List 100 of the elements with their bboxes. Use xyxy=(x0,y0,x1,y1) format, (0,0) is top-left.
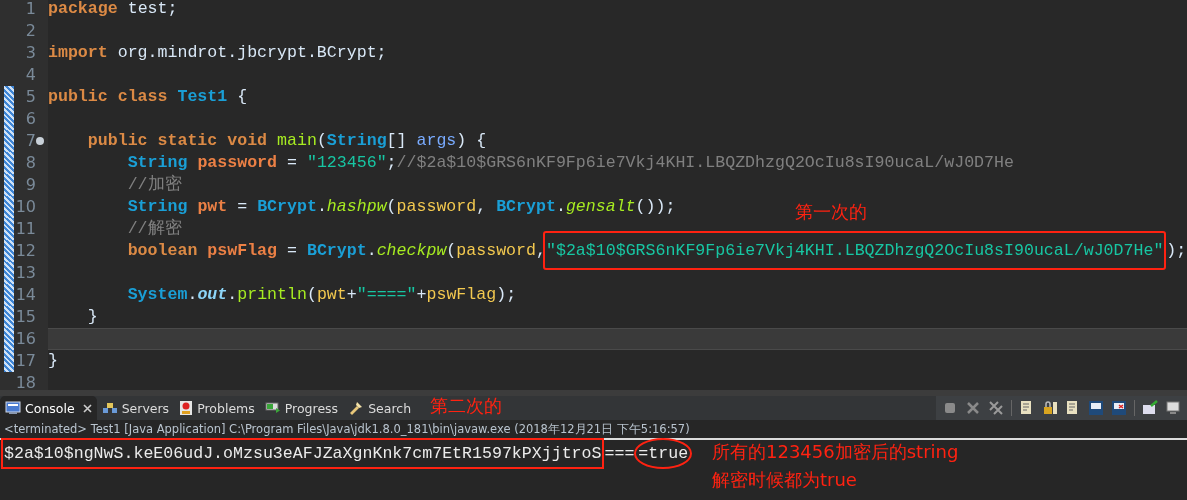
variable-name: password xyxy=(456,241,536,260)
console-output: =true xyxy=(634,438,693,469)
code-text: ; xyxy=(386,153,397,172)
line-number: 16 xyxy=(14,328,36,350)
code-text: ); xyxy=(496,285,517,304)
code-text: + xyxy=(416,285,427,304)
toolbar-icon[interactable] xyxy=(1088,400,1104,416)
variable-name: password xyxy=(197,153,278,172)
method-name: main xyxy=(277,131,317,150)
class-name: System xyxy=(127,285,188,304)
line-number: 12 xyxy=(14,240,36,262)
line-number: 4 xyxy=(24,64,36,86)
line-number: 17 xyxy=(14,350,36,372)
line-number: 14 xyxy=(14,284,36,306)
code-text: . xyxy=(316,197,327,216)
console-output: $2a$10$ngNwS.keE06udJ.oMzsu3eAFJZaXgnKnk7cm7EtR1597kPXjjtroS xyxy=(1,438,605,469)
class-name: String xyxy=(326,131,387,150)
toolbar-icon[interactable] xyxy=(1111,400,1127,416)
line-number: 2 xyxy=(24,20,36,42)
line-number: 6 xyxy=(24,108,36,130)
code-text: = xyxy=(286,153,298,172)
line-number: 7 xyxy=(24,130,36,152)
toolbar-icon[interactable] xyxy=(988,400,1004,416)
flashlight-icon xyxy=(348,400,365,416)
code-text: org.mindrot.jbcrypt.BCrypt; xyxy=(116,43,387,62)
line-number: 8 xyxy=(24,152,36,174)
code-text: } xyxy=(48,351,58,370)
code-text: ); xyxy=(1166,241,1187,260)
class-name: Test1 xyxy=(177,87,228,106)
keyword: public class xyxy=(48,87,169,106)
code-text: , xyxy=(476,197,488,216)
code-text: = xyxy=(286,241,298,260)
method-name: hashpw xyxy=(326,197,387,216)
code-text: } xyxy=(87,307,98,326)
code-text: ( xyxy=(386,197,397,216)
panel-tab[interactable]: Search xyxy=(343,396,417,420)
code-comment: //解密 xyxy=(127,219,182,238)
code-text: ) { xyxy=(456,131,487,150)
field-name: out xyxy=(197,285,228,304)
panel-tab[interactable]: Console xyxy=(0,396,97,420)
string-literal: "123456" xyxy=(306,153,387,172)
code-comment: //加密 xyxy=(127,175,182,194)
method-name: checkpw xyxy=(376,241,447,260)
line-number: 15 xyxy=(14,306,36,328)
annotation-text: 所有的123456加密后的string xyxy=(712,440,959,464)
toolbar-icon[interactable] xyxy=(1142,400,1158,416)
class-name: String xyxy=(127,153,189,172)
line-number: 13 xyxy=(14,262,36,284)
code-comment: //$2a$10$GRS6nKF9Fp6ie7Vkj4KHI.LBQZDhzgQ2OcIu8sI90ucaL/wJ0D7He xyxy=(396,153,1014,172)
panel-tab[interactable]: Progress xyxy=(259,396,344,420)
code-text: = xyxy=(236,197,249,216)
line-number: 3 xyxy=(24,42,36,64)
keyword: public static void xyxy=(87,131,269,150)
problems-icon xyxy=(179,400,194,416)
code-text: test; xyxy=(126,0,178,18)
string-literal: "====" xyxy=(356,285,417,304)
keyword: import xyxy=(48,43,108,62)
variable-name: pwt xyxy=(316,285,347,304)
method-name: println xyxy=(237,285,307,304)
code-text: + xyxy=(346,285,357,304)
toolbar-icon[interactable] xyxy=(1042,400,1058,416)
panel-tab[interactable]: Servers xyxy=(96,396,175,420)
code-text: { xyxy=(236,87,248,106)
class-name: BCrypt xyxy=(257,197,317,216)
servers-icon xyxy=(101,402,118,414)
line-number: 1 xyxy=(24,0,36,20)
parameter-name: args xyxy=(416,131,457,150)
code-text: [] xyxy=(386,131,408,150)
close-icon[interactable] xyxy=(82,403,92,413)
code-text: . xyxy=(366,241,377,260)
method-name: gensalt xyxy=(565,197,636,216)
variable-name: pswFlag xyxy=(426,285,497,304)
toolbar-icon[interactable] xyxy=(1165,400,1181,416)
panel-tab[interactable]: Problems xyxy=(174,396,260,420)
annotation-text: 第一次的 xyxy=(795,200,867,224)
fold-icon[interactable] xyxy=(36,137,44,145)
code-text: . xyxy=(555,197,566,216)
console-output: === xyxy=(604,444,635,463)
variable-name: pwt xyxy=(197,197,228,216)
code-text: ()); xyxy=(635,197,676,216)
keyword: package xyxy=(48,0,118,18)
keyword: boolean xyxy=(127,241,199,260)
line-number: 5 xyxy=(24,86,36,108)
code-text: ( xyxy=(316,131,327,150)
code-text: ( xyxy=(306,285,317,304)
code-text: ( xyxy=(446,241,457,260)
console-status: <terminated> Test1 [Java Application] C:\Program Files\Java\jdk1.8.0_181\bin\javaw.exe (2018年12月21日 下午5:16:57) xyxy=(0,420,1187,440)
variable-name: password xyxy=(396,197,477,216)
class-name: BCrypt xyxy=(306,241,367,260)
monitor-icon xyxy=(5,401,21,415)
line-number: 9 xyxy=(24,174,36,196)
code-text: . xyxy=(227,285,238,304)
class-name: BCrypt xyxy=(496,197,556,216)
line-number: 11 xyxy=(14,218,36,240)
class-name: String xyxy=(127,197,189,216)
line-number: 10 xyxy=(14,196,36,218)
progress-icon xyxy=(264,402,281,414)
annotation-text: 解密时候都为true xyxy=(712,468,857,492)
string-literal: "$2a$10$GRS6nKF9Fp6ie7Vkj4KHI.LBQZDhzgQ2OcIu8sI90ucaL/wJ0D7He" xyxy=(542,231,1167,270)
variable-name: pswFlag xyxy=(207,241,278,260)
